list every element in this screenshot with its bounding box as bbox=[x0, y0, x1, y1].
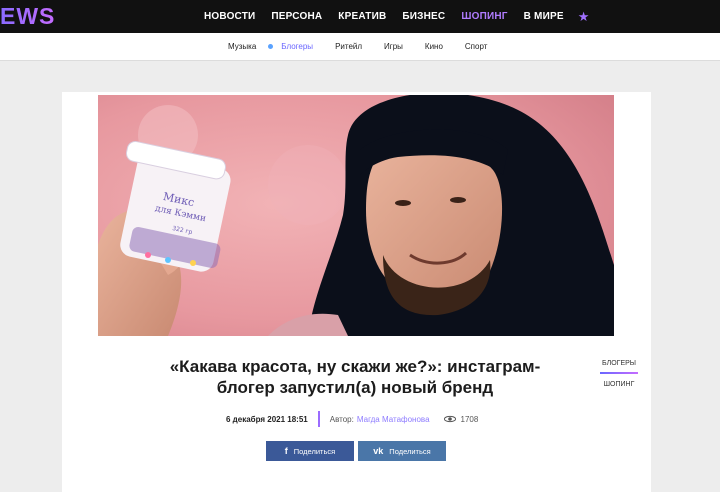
article-tags: Блогеры Шопинг bbox=[596, 360, 642, 388]
view-count: 1708 bbox=[460, 414, 479, 424]
author-link[interactable]: Магда Матафонова bbox=[357, 415, 430, 424]
article-date: 6 декабря 2021 18:51 bbox=[226, 414, 308, 424]
meta-divider bbox=[317, 411, 320, 427]
subnav-item-games[interactable]: Игры bbox=[384, 42, 403, 51]
nav-item-shopping[interactable]: Шопинг bbox=[461, 11, 507, 22]
subnav-item-cinema[interactable]: Кино bbox=[425, 42, 443, 51]
nav-item-world[interactable]: В мире bbox=[524, 11, 564, 22]
share-vk-button[interactable]: vk Поделиться bbox=[358, 441, 446, 461]
subnav-item-music[interactable]: Музыка bbox=[228, 42, 256, 51]
nav-item-creative[interactable]: Креатив bbox=[338, 11, 386, 22]
share-facebook-button[interactable]: f Поделиться bbox=[266, 441, 354, 461]
subnav-item-retail[interactable]: Ритейл bbox=[335, 42, 362, 51]
sub-nav: Музыка Блогеры Ритейл Игры Кино Спорт bbox=[228, 33, 509, 60]
share-facebook-label: Поделиться bbox=[293, 446, 336, 456]
share-vk-label: Поделиться bbox=[389, 446, 431, 456]
subnav-item-bloggers[interactable]: Блогеры bbox=[268, 42, 314, 51]
tag-divider bbox=[600, 372, 638, 374]
article-title: «Какава красота, ну скажи же?»: инстагра… bbox=[169, 357, 541, 397]
facebook-icon: f bbox=[284, 446, 288, 456]
nav-item-business[interactable]: Бизнес bbox=[402, 11, 445, 22]
article-hero-image: Микс для Кэмми 322 гр bbox=[98, 95, 614, 336]
nav-item-persona[interactable]: Персона bbox=[271, 11, 322, 22]
main-nav: Новости Персона Креатив Бизнес Шопинг В … bbox=[196, 0, 589, 33]
subnav-item-bloggers-label: Блогеры bbox=[281, 42, 314, 51]
tag-shopping[interactable]: Шопинг bbox=[596, 381, 642, 388]
subnav-item-sport[interactable]: Спорт bbox=[465, 42, 488, 51]
top-navbar: EWS Новости Персона Креатив Бизнес Шопин… bbox=[0, 0, 720, 33]
star-icon[interactable]: ★ bbox=[578, 9, 590, 25]
eye-icon bbox=[443, 415, 456, 423]
article-meta: 6 декабря 2021 18:51 Автор: Магда Матафо… bbox=[226, 411, 479, 427]
nav-item-news[interactable]: Новости bbox=[204, 11, 255, 22]
sub-navbar: Музыка Блогеры Ритейл Игры Кино Спорт bbox=[0, 33, 720, 61]
site-logo[interactable]: EWS bbox=[0, 1, 55, 31]
tag-bloggers[interactable]: Блогеры bbox=[596, 360, 642, 367]
active-dot-icon bbox=[268, 44, 274, 49]
author-label: Автор: bbox=[329, 414, 354, 424]
vk-icon: vk bbox=[373, 446, 384, 456]
